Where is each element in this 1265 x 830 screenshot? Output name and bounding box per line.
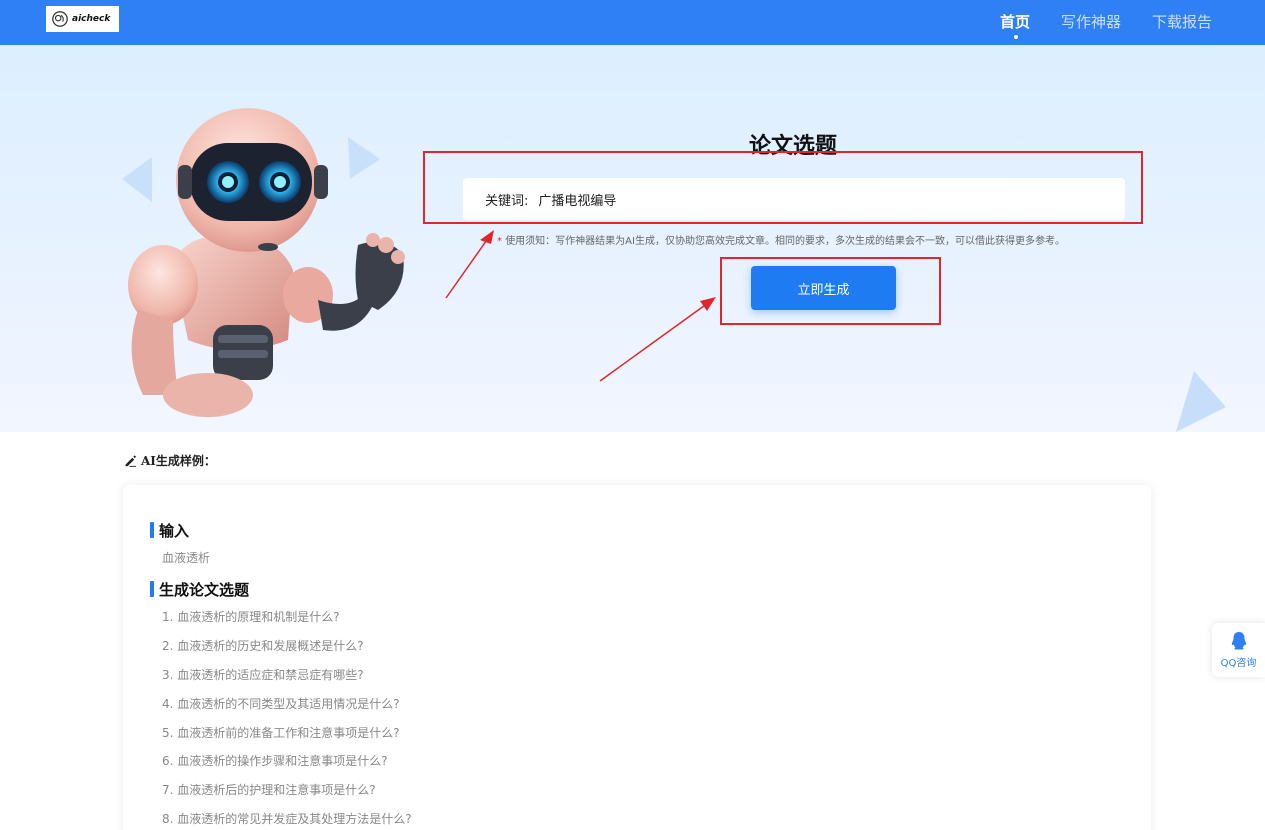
brain-logo-icon — [52, 11, 68, 27]
pen-icon — [125, 455, 137, 467]
active-nav-indicator — [1014, 35, 1018, 39]
notice-text: 使用须知：写作神器结果为AI生成，仅协助您高效完成文章。相同的要求，多次生成的结… — [505, 236, 1065, 247]
input-section-title: 输入 — [150, 520, 189, 541]
topic-item: 1. 血液透析的原理和机制是什么? — [162, 610, 340, 624]
qq-consult-button[interactable]: QQ咨询 — [1212, 623, 1265, 677]
topic-item: 8. 血液透析的常见并发症及其处理方法是什么? — [162, 812, 412, 826]
robot-illustration — [128, 108, 405, 417]
keyword-field[interactable]: 关键词: — [463, 178, 1125, 220]
sample-heading: AI生成样例： — [124, 452, 216, 469]
top-navbar: aicheck 首页 写作神器 下载报告 — [0, 0, 1265, 45]
nav-download-report[interactable]: 下载报告 — [1152, 11, 1212, 32]
topic-item: 3. 血液透析的适应症和禁忌症有哪些? — [162, 668, 364, 682]
keyword-input[interactable] — [538, 191, 1059, 207]
generate-button[interactable]: 立即生成 — [751, 266, 896, 310]
nav-writing-tool[interactable]: 写作神器 — [1061, 11, 1121, 32]
topic-item: 2. 血液透析的历史和发展概述是什么? — [162, 639, 364, 653]
logo-text: aicheck — [72, 14, 111, 24]
logo[interactable]: aicheck — [46, 6, 119, 32]
keyword-label: 关键词: — [485, 193, 529, 209]
notice-star: * — [497, 236, 502, 247]
qq-label: QQ咨询 — [1220, 658, 1257, 669]
topic-item: 4. 血液透析的不同类型及其适用情况是什么? — [162, 697, 400, 711]
topic-item: 5. 血液透析前的准备工作和注意事项是什么? — [162, 726, 400, 740]
sample-heading-text: AI生成样例： — [141, 454, 216, 468]
topic-item: 7. 血液透析后的护理和注意事项是什么? — [162, 783, 376, 797]
decor-triangle-right — [1176, 371, 1226, 432]
nav-home[interactable]: 首页 — [1000, 11, 1030, 32]
output-section-title: 生成论文选题 — [150, 579, 249, 600]
qq-penguin-icon — [1231, 632, 1246, 650]
input-text: 血液透析 — [162, 551, 211, 565]
topic-item: 6. 血液透析的操作步骤和注意事项是什么? — [162, 754, 388, 768]
usage-notice: * 使用须知：写作神器结果为AI生成，仅协助您高效完成文章。相同的要求，多次生成… — [497, 232, 1065, 247]
sample-card: 输入 血液透析 生成论文选题 1. 血液透析的原理和机制是什么? 2. 血液透析… — [123, 485, 1151, 830]
hero-section: 论文选题 关键词: * 使用须知：写作神器结果为AI生成，仅协助您高效完成文章。… — [0, 45, 1265, 432]
